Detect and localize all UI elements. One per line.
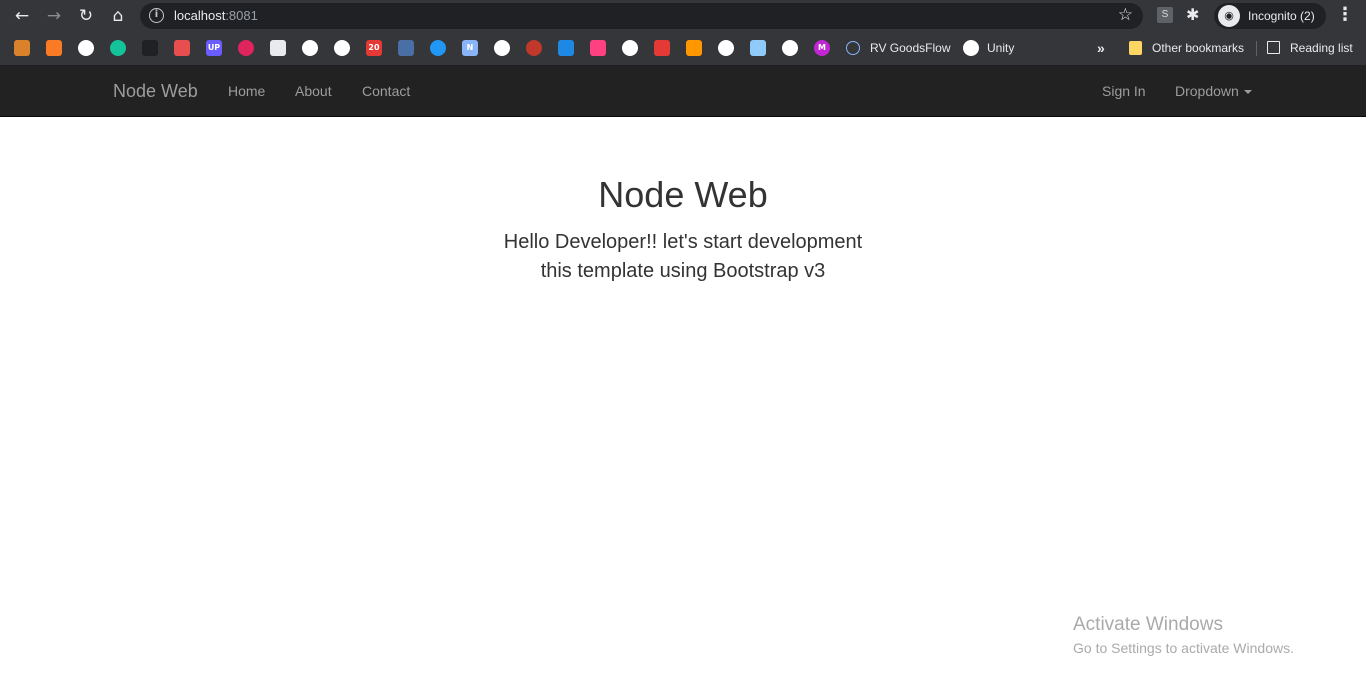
site-info-icon[interactable]: i <box>149 8 164 23</box>
dropdown-toggle[interactable]: Dropdown <box>1175 83 1252 99</box>
bookmark-unity[interactable]: Unity <box>987 40 1014 56</box>
xampp-icon[interactable] <box>46 40 62 56</box>
globe-icon[interactable] <box>622 40 638 56</box>
bookmarks-bar: UP 20 N M RV GoodsFlow Unity » Other bookma… <box>0 32 1366 65</box>
bars-icon[interactable] <box>590 40 606 56</box>
sphere-icon[interactable] <box>526 40 542 56</box>
folder-icon[interactable] <box>1129 41 1142 55</box>
activate-windows-subtitle: Go to Settings to activate Windows. <box>1073 640 1294 656</box>
url-text[interactable]: localhost:8081 <box>174 8 258 23</box>
bookmarks-divider <box>1256 41 1257 56</box>
reading-list[interactable]: Reading list <box>1290 40 1353 56</box>
navbar-brand[interactable]: Node Web <box>113 81 198 102</box>
upwork-icon[interactable]: UP <box>206 40 222 56</box>
video-icon[interactable] <box>238 40 254 56</box>
ninja-icon[interactable] <box>142 40 158 56</box>
red-badge-icon[interactable]: 20 <box>366 40 382 56</box>
grammarly-icon[interactable] <box>110 40 126 56</box>
reload-icon[interactable]: ↻ <box>74 4 98 28</box>
crown-dots-icon[interactable] <box>398 40 414 56</box>
dropdown-label: Dropdown <box>1175 83 1239 99</box>
bird-icon[interactable] <box>654 40 670 56</box>
goggles-icon[interactable] <box>782 40 798 56</box>
reading-list-icon[interactable] <box>1267 41 1280 54</box>
more-bookmarks-chevron-icon[interactable]: » <box>1097 40 1105 56</box>
globe-icon[interactable] <box>334 40 350 56</box>
incognito-label: Incognito (2) <box>1248 9 1315 23</box>
bookmark-rv-goodsflow[interactable]: RV GoodsFlow <box>870 40 950 56</box>
lead-line-1: Hello Developer!! let's start developmen… <box>503 231 863 253</box>
n-icon[interactable]: N <box>462 40 478 56</box>
globe-icon[interactable] <box>302 40 318 56</box>
v-icon[interactable] <box>558 40 574 56</box>
globe-icon[interactable] <box>963 40 979 56</box>
incognito-icon: ◉ <box>1218 5 1240 27</box>
browser-toolbar: ← → ↻ ⌂ i localhost:8081 ☆ S ✱ ◉ Incogni… <box>0 0 1366 32</box>
extension-s-icon[interactable]: S <box>1157 7 1173 23</box>
browser-menu-icon[interactable]: ⋮ <box>1336 4 1354 25</box>
page-title: Node Web <box>598 174 768 215</box>
photo-icon[interactable] <box>750 40 766 56</box>
caret-down-icon <box>1243 90 1252 95</box>
extensions-puzzle-icon[interactable]: ✱ <box>1186 5 1199 24</box>
back-arrow-icon[interactable]: ← <box>10 4 34 28</box>
lead-text: Hello Developer!! let's start developmen… <box>483 228 883 286</box>
asterisk-icon[interactable] <box>174 40 190 56</box>
ms-logo-icon[interactable] <box>14 40 30 56</box>
bookmark-star-icon[interactable]: ☆ <box>1118 5 1133 25</box>
home-icon[interactable]: ⌂ <box>106 4 130 28</box>
hat-icon[interactable] <box>270 40 286 56</box>
activate-windows-title: Activate Windows <box>1073 614 1223 635</box>
crown-icon[interactable] <box>686 40 702 56</box>
address-bar[interactable]: i localhost:8081 ☆ <box>140 3 1143 29</box>
other-bookmarks[interactable]: Other bookmarks <box>1152 40 1244 56</box>
globe-icon[interactable] <box>78 40 94 56</box>
sign-in-link[interactable]: Sign In <box>1102 83 1146 99</box>
globe-icon[interactable] <box>494 40 510 56</box>
m-icon[interactable]: M <box>814 40 830 56</box>
globe-icon[interactable] <box>718 40 734 56</box>
drop-icon[interactable] <box>430 40 446 56</box>
nav-link-about[interactable]: About <box>295 83 332 99</box>
incognito-profile-button[interactable]: ◉ Incognito (2) <box>1214 3 1326 29</box>
rv-goodsflow-icon[interactable] <box>846 41 860 55</box>
nav-link-contact[interactable]: Contact <box>362 83 410 99</box>
nav-link-home[interactable]: Home <box>228 83 265 99</box>
lead-line-2: this template using Bootstrap v3 <box>540 260 826 282</box>
site-navbar: Node Web Home About Contact Sign In Drop… <box>0 66 1366 117</box>
forward-arrow-icon[interactable]: → <box>42 4 66 28</box>
